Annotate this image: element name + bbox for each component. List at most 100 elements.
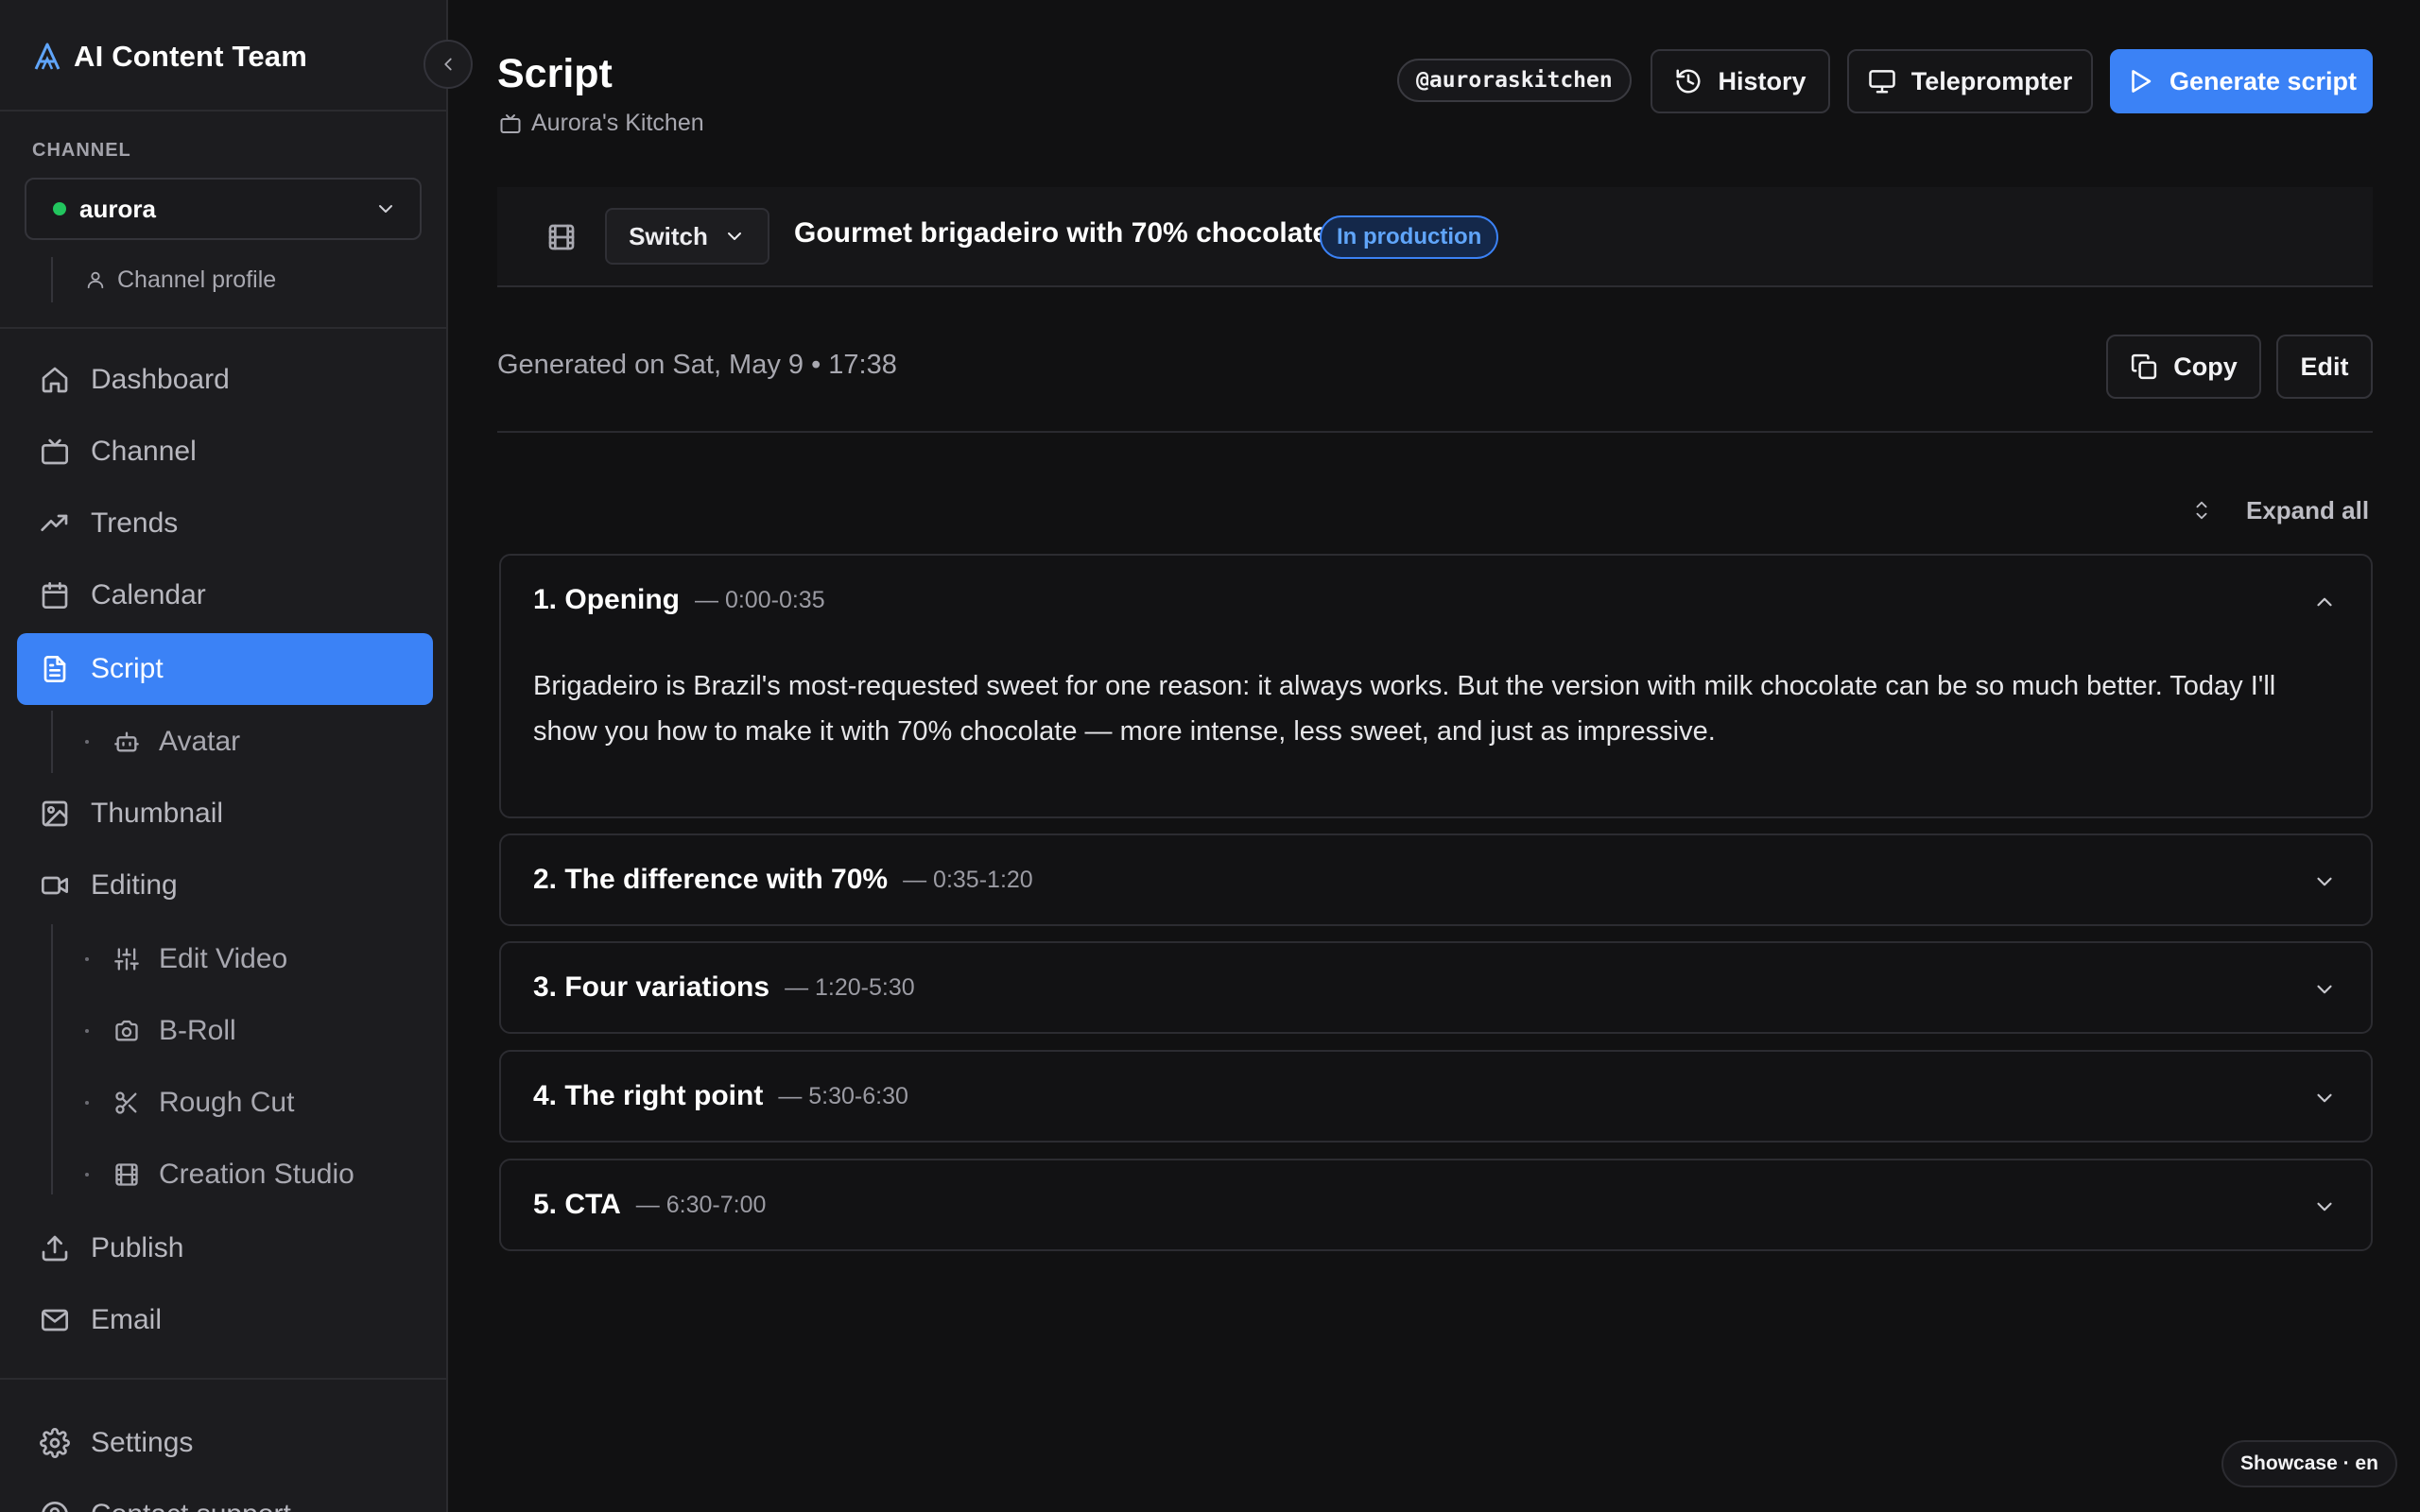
nav-item-label: Contact support	[91, 1499, 291, 1512]
nav-subitem-edit-video[interactable]: Edit Video	[85, 928, 433, 990]
nav-item-email[interactable]: Email	[17, 1284, 433, 1356]
script-section: 2. The difference with 70% — 0:35-1:20	[499, 833, 2373, 926]
section-header[interactable]: 5. CTA — 6:30-7:00	[533, 1160, 766, 1249]
channel-select-value: aurora	[79, 194, 156, 223]
nav-subitem-avatar[interactable]: Avatar	[85, 711, 433, 773]
tree-dot	[85, 1029, 89, 1033]
section-title: 2. The difference with 70%	[533, 864, 889, 895]
nav-subitem-b-roll[interactable]: B-Roll	[85, 1000, 433, 1062]
section-header[interactable]: 1. Opening — 0:00-0:35	[533, 556, 825, 644]
nav-subitem-creation-studio[interactable]: Creation Studio	[85, 1143, 433, 1206]
copy-button[interactable]: Copy	[2106, 335, 2261, 399]
tree-dot	[85, 1101, 89, 1105]
nav-item-script[interactable]: Script	[17, 633, 433, 705]
teleprompter-button-label: Teleprompter	[1910, 66, 2073, 95]
trending-up-icon	[40, 508, 70, 539]
scissors-icon	[113, 1090, 140, 1116]
nav-item-contact-support[interactable]: Contact support	[17, 1479, 433, 1512]
expand-all-button[interactable]: Expand all	[2191, 491, 2369, 529]
chevron-down-icon[interactable]	[2312, 977, 2337, 1002]
nav-item-label: Editing	[91, 869, 178, 901]
channel-name: Aurora's Kitchen	[531, 110, 704, 136]
nav-item-channel[interactable]: Channel	[17, 416, 433, 488]
chevron-up-icon[interactable]	[2312, 590, 2337, 614]
generate-script-button[interactable]: Generate script	[2110, 49, 2373, 113]
video-bar: Switch Gourmet brigadeiro with 70% choco…	[497, 187, 2373, 287]
channel-profile-label: Channel profile	[117, 266, 277, 293]
brand[interactable]: AI Content Team	[32, 36, 307, 77]
section-title: 3. Four variations	[533, 971, 770, 1003]
edit-button[interactable]: Edit	[2276, 335, 2373, 399]
sidebar-divider	[0, 1378, 446, 1380]
nav-item-settings[interactable]: Settings	[17, 1407, 433, 1479]
section-header[interactable]: 4. The right point — 5:30-6:30	[533, 1052, 908, 1141]
history-icon	[1674, 67, 1703, 95]
nav-item-label: Thumbnail	[91, 798, 224, 829]
expand-all-label: Expand all	[2246, 495, 2370, 524]
calendar-icon	[40, 580, 70, 610]
channel-status-dot	[53, 202, 66, 215]
nav-subitem-rough-cut[interactable]: Rough Cut	[85, 1072, 433, 1134]
section-title: 1. Opening	[533, 584, 681, 615]
image-icon	[40, 799, 70, 829]
sidebar: AI Content Team CHANNEL aurora Channel p…	[0, 0, 448, 1512]
camera-icon	[113, 1018, 140, 1044]
gear-icon	[40, 1428, 70, 1458]
nav-item-label: Calendar	[91, 579, 206, 610]
tree-line	[51, 711, 53, 773]
channel-profile-link[interactable]: Channel profile	[85, 261, 276, 299]
nav-item-label: Dashboard	[91, 364, 230, 395]
tv-icon	[499, 112, 522, 135]
channel-select[interactable]: aurora	[25, 178, 422, 240]
teleprompter-button[interactable]: Teleprompter	[1847, 49, 2093, 113]
nav-item-editing[interactable]: Editing	[17, 850, 433, 921]
nav-item-trends[interactable]: Trends	[17, 488, 433, 559]
page-title: Script	[497, 51, 613, 96]
divider	[497, 431, 2373, 433]
tv-icon	[40, 437, 70, 467]
tree-dot	[85, 740, 89, 744]
collapse-sidebar-button[interactable]	[424, 40, 473, 89]
nav-item-label: Script	[91, 653, 164, 684]
film-icon	[546, 222, 577, 252]
play-icon	[2126, 67, 2154, 95]
generate-script-label: Generate script	[2169, 66, 2358, 95]
chevrons-up-down-icon	[2191, 498, 2212, 523]
home-icon	[40, 365, 70, 395]
nav-item-label: Publish	[91, 1232, 184, 1263]
chevron-down-icon[interactable]	[2312, 1194, 2337, 1219]
tree-line	[51, 257, 53, 302]
nav-item-label: Channel	[91, 436, 197, 467]
history-button-label: History	[1718, 66, 1806, 95]
nav-item-dashboard[interactable]: Dashboard	[17, 344, 433, 416]
nav-subitem-label: Rough Cut	[159, 1087, 295, 1118]
nav-item-thumbnail[interactable]: Thumbnail	[17, 778, 433, 850]
user-icon	[85, 269, 106, 290]
section-header[interactable]: 2. The difference with 70% — 0:35-1:20	[533, 835, 1033, 924]
script-section: 1. Opening — 0:00-0:35 Brigadeiro is Bra…	[499, 554, 2373, 818]
nav-item-label: Settings	[91, 1427, 194, 1458]
switch-video-button[interactable]: Switch	[605, 208, 769, 265]
channel-heading: CHANNEL	[32, 140, 131, 161]
copy-button-label: Copy	[2173, 352, 2238, 381]
chevron-down-icon[interactable]	[2312, 869, 2337, 894]
chevron-down-icon[interactable]	[2312, 1086, 2337, 1110]
nav-item-calendar[interactable]: Calendar	[17, 559, 433, 631]
section-time: — 0:00-0:35	[695, 586, 825, 613]
nav-subitem-label: Creation Studio	[159, 1159, 354, 1190]
nav-item-label: Trends	[91, 507, 179, 539]
script-section: 5. CTA — 6:30-7:00	[499, 1159, 2373, 1251]
script-section: 3. Four variations — 1:20-5:30	[499, 941, 2373, 1034]
chevron-down-icon	[723, 225, 746, 248]
page-subtitle: Aurora's Kitchen	[499, 110, 704, 137]
history-button[interactable]: History	[1651, 49, 1830, 113]
sidebar-divider	[0, 110, 446, 112]
showcase-badge[interactable]: Showcase · en	[2221, 1440, 2397, 1487]
status-badge: In production	[1320, 215, 1499, 259]
nav-item-publish[interactable]: Publish	[17, 1212, 433, 1284]
tree-dot	[85, 1173, 89, 1177]
script-section: 4. The right point — 5:30-6:30	[499, 1050, 2373, 1143]
logo-icon	[32, 42, 62, 72]
section-header[interactable]: 3. Four variations — 1:20-5:30	[533, 943, 915, 1032]
nav-subitem-label: Avatar	[159, 726, 241, 757]
